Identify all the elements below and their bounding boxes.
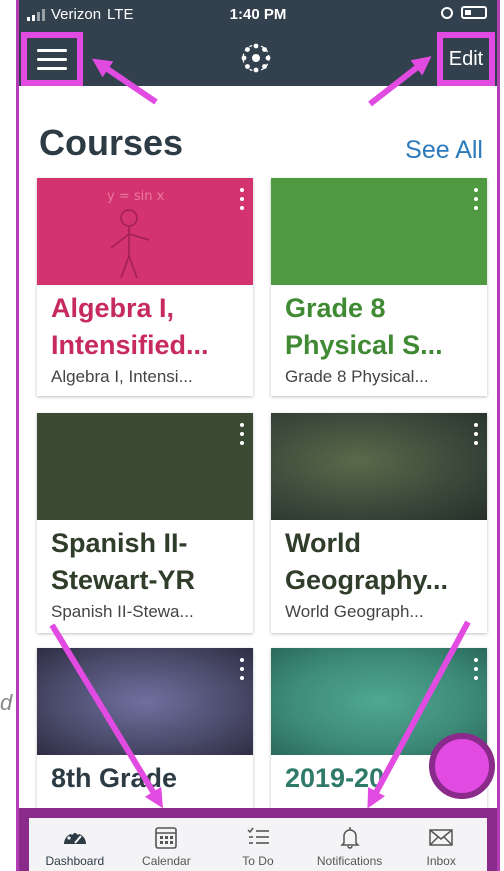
battery-icon bbox=[461, 6, 487, 19]
bell-icon bbox=[339, 827, 360, 849]
course-card-image bbox=[271, 178, 487, 285]
tab-label: To Do bbox=[242, 854, 274, 868]
course-card-image bbox=[37, 413, 253, 520]
tab-label: Dashboard bbox=[45, 854, 105, 868]
edit-label: Edit bbox=[443, 38, 489, 80]
nav-bar: Edit bbox=[19, 30, 497, 86]
hamburger-icon bbox=[27, 38, 77, 80]
course-card-pe[interactable]: Grade 8 Physical S... Grade 8 Physical..… bbox=[271, 178, 487, 396]
calendar-icon bbox=[155, 827, 178, 849]
tab-inbox[interactable]: Inbox bbox=[396, 824, 486, 868]
course-title-line2: Stewart-YR bbox=[51, 565, 196, 595]
tab-notifications[interactable]: Notifications bbox=[305, 824, 395, 868]
card-options-icon[interactable] bbox=[473, 423, 479, 445]
course-title: Grade 8 Physical S... bbox=[285, 290, 477, 364]
course-card-algebra[interactable]: y = sin x Algebra I, Intensified... Alge… bbox=[37, 178, 253, 396]
course-subtitle: World Geograph... bbox=[285, 602, 424, 621]
course-title-line1: 8th Grade bbox=[51, 763, 178, 793]
course-card-geography[interactable]: World Geography... World Geograph... bbox=[271, 413, 487, 633]
card-options-icon[interactable] bbox=[473, 658, 479, 680]
todo-icon bbox=[247, 827, 269, 844]
course-card-image bbox=[271, 413, 487, 520]
canvas-logo-icon bbox=[241, 43, 271, 73]
course-title-line1: World bbox=[285, 528, 361, 558]
status-bar: Verizon LTE 1:40 PM bbox=[19, 0, 497, 30]
course-card-image: y = sin x bbox=[37, 178, 253, 285]
tab-dashboard[interactable]: Dashboard bbox=[30, 824, 120, 868]
course-subtitle: Grade 8 Physical... bbox=[285, 367, 429, 386]
image-equation: y = sin x bbox=[107, 189, 165, 204]
course-title-line2: Intensified... bbox=[51, 330, 209, 360]
status-right bbox=[441, 6, 487, 19]
alarm-icon bbox=[441, 6, 453, 19]
tab-calendar[interactable]: Calendar bbox=[121, 824, 211, 868]
status-time: 1:40 PM bbox=[229, 6, 287, 23]
dashboard-icon bbox=[63, 831, 86, 844]
course-title-line2: Physical S... bbox=[285, 330, 443, 360]
course-title-line2: Geography... bbox=[285, 565, 449, 595]
course-card-8th-grade[interactable]: 8th Grade bbox=[37, 648, 253, 818]
course-title: Spanish II- Stewart-YR bbox=[51, 525, 243, 599]
tab-label: Calendar bbox=[142, 854, 191, 868]
stick-figure-image: y = sin x bbox=[107, 189, 165, 279]
tab-todo[interactable]: To Do bbox=[213, 824, 303, 868]
course-card-image bbox=[37, 648, 253, 755]
course-title-line1: Spanish II- bbox=[51, 528, 188, 558]
floating-action-button[interactable] bbox=[429, 733, 495, 799]
course-title-line1: Algebra I, bbox=[51, 293, 175, 323]
see-all-link[interactable]: See All bbox=[405, 136, 483, 165]
card-options-icon[interactable] bbox=[473, 188, 479, 210]
course-card-spanish[interactable]: Spanish II- Stewart-YR Spanish II-Stewa.… bbox=[37, 413, 253, 633]
card-options-icon[interactable] bbox=[239, 658, 245, 680]
edit-button[interactable]: Edit bbox=[437, 32, 495, 86]
menu-button[interactable] bbox=[21, 32, 83, 86]
inbox-icon bbox=[429, 829, 453, 846]
course-title: World Geography... bbox=[285, 525, 477, 599]
course-subtitle: Spanish II-Stewa... bbox=[51, 602, 194, 621]
card-options-icon[interactable] bbox=[239, 188, 245, 210]
tab-label: Inbox bbox=[426, 854, 456, 868]
page-title: Courses bbox=[39, 122, 184, 163]
course-title-line1: Grade 8 bbox=[285, 293, 386, 323]
tab-bar: Dashboard Calendar To Do Notifications I… bbox=[19, 808, 497, 871]
course-title: 8th Grade bbox=[51, 760, 243, 797]
phone-frame: Verizon LTE 1:40 PM Edit Courses See All… bbox=[16, 0, 500, 871]
course-subtitle: Algebra I, Intensi... bbox=[51, 367, 193, 386]
card-options-icon[interactable] bbox=[239, 423, 245, 445]
tab-label: Notifications bbox=[316, 854, 383, 868]
side-text-fragment: d bbox=[0, 690, 13, 715]
course-title: Algebra I, Intensified... bbox=[51, 290, 243, 364]
